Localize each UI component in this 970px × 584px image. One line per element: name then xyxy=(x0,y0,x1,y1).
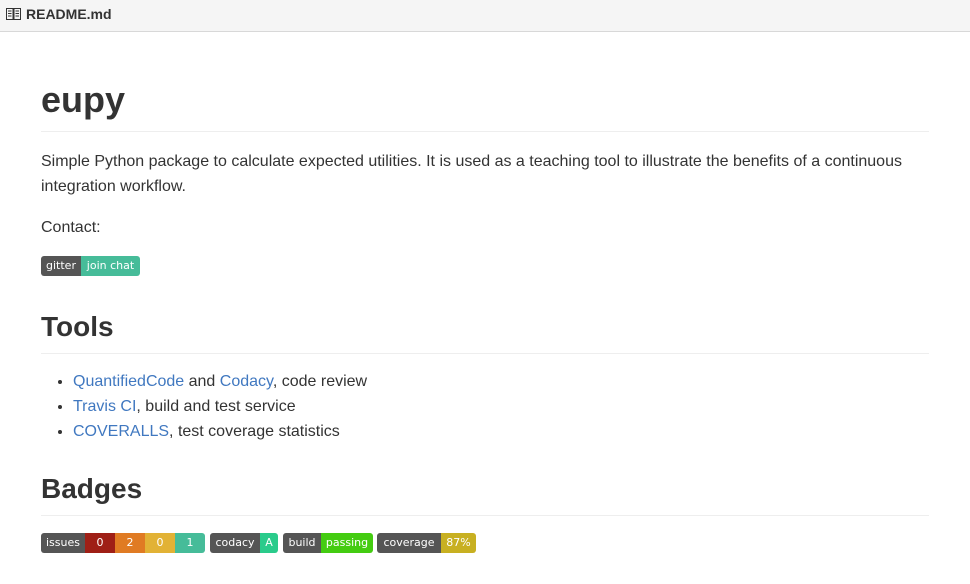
build-badge[interactable]: build passing xyxy=(283,533,373,553)
gitter-badge-label: gitter xyxy=(41,256,81,276)
list-item: QuantifiedCode and Codacy, code review xyxy=(73,369,367,394)
badges-divider xyxy=(41,515,929,516)
build-badge-value: passing xyxy=(321,533,373,553)
quantifiedcode-link[interactable]: QuantifiedCode xyxy=(73,373,184,390)
badges-heading: Badges xyxy=(41,473,143,504)
book-icon xyxy=(6,8,21,20)
tools-heading: Tools xyxy=(41,311,114,342)
list-item-suffix: , build and test service xyxy=(136,398,296,415)
issues-count-0: 0 xyxy=(85,533,115,553)
codacy-badge-value: A xyxy=(260,533,278,553)
travis-ci-link[interactable]: Travis CI xyxy=(73,398,136,415)
tools-list: QuantifiedCode and Codacy, code review T… xyxy=(41,369,367,444)
issues-count-2: 0 xyxy=(145,533,175,553)
coveralls-link[interactable]: COVERALLS xyxy=(73,423,169,440)
coverage-badge[interactable]: coverage 87% xyxy=(377,533,476,553)
file-name: README.md xyxy=(26,6,112,22)
coverage-badge-label: coverage xyxy=(377,533,441,553)
file-header: README.md xyxy=(0,0,970,32)
gitter-badge[interactable]: gitter join chat xyxy=(41,256,140,276)
issues-badge[interactable]: issues 0 2 0 1 xyxy=(41,533,205,553)
issues-count-3: 1 xyxy=(175,533,205,553)
issues-badge-label: issues xyxy=(41,533,85,553)
list-item-suffix: , code review xyxy=(272,373,368,390)
codacy-badge-label: codacy xyxy=(210,533,260,553)
gitter-badge-value: join chat xyxy=(81,256,140,276)
list-item-joiner: and xyxy=(184,373,220,390)
list-item-suffix: , test coverage statistics xyxy=(169,423,340,440)
contact-label: Contact: xyxy=(41,219,101,236)
issues-count-1: 2 xyxy=(115,533,145,553)
tools-divider xyxy=(41,353,929,354)
list-item: COVERALLS, test coverage statistics xyxy=(73,419,367,444)
list-item: Travis CI, build and test service xyxy=(73,394,367,419)
codacy-badge[interactable]: codacy A xyxy=(210,533,278,553)
coverage-badge-value: 87% xyxy=(441,533,476,553)
readme-description: Simple Python package to calculate expec… xyxy=(41,153,902,195)
readme-title: eupy xyxy=(41,79,126,120)
title-divider xyxy=(41,131,929,132)
codacy-link[interactable]: Codacy xyxy=(220,373,273,390)
build-badge-label: build xyxy=(283,533,321,553)
